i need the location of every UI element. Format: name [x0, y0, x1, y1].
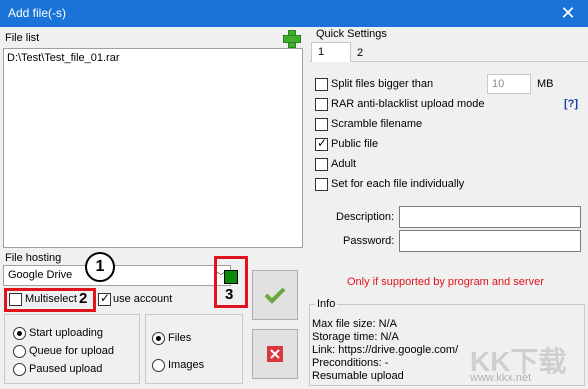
password-input[interactable] — [399, 230, 581, 252]
description-label: Description: — [336, 211, 395, 223]
use-account-checkbox[interactable] — [98, 291, 111, 306]
info-label: Info — [315, 298, 338, 310]
queue-for-upload-radio[interactable] — [13, 345, 26, 358]
content-type-group — [145, 314, 243, 384]
file-hosting-label: File hosting — [5, 252, 62, 264]
close-button[interactable]: ✕ — [548, 0, 588, 27]
images-label: Images — [168, 359, 205, 371]
password-label: Password: — [343, 235, 395, 247]
rar-anti-blacklist-label: RAR anti-blacklist upload mode — [331, 98, 485, 110]
file-hosting-select[interactable]: Google Drive ﹀ — [3, 265, 231, 286]
public-file-checkbox[interactable] — [315, 136, 328, 151]
files-radio[interactable] — [152, 332, 165, 345]
status-indicator[interactable] — [224, 270, 238, 284]
scramble-filename-checkbox[interactable] — [315, 118, 328, 131]
tab-1[interactable]: 1 — [311, 42, 351, 62]
images-radio[interactable] — [152, 359, 165, 372]
adult-checkbox[interactable] — [315, 158, 328, 171]
set-each-file-label: Set for each file individually — [331, 178, 465, 190]
multiselect-label: Multiselect — [25, 293, 77, 305]
paused-upload-radio[interactable] — [13, 363, 26, 376]
annotation-number-3: 3 — [225, 286, 234, 303]
cancel-button[interactable] — [252, 329, 298, 379]
set-each-file-checkbox[interactable] — [315, 178, 328, 191]
description-input[interactable] — [399, 206, 581, 228]
use-account-label: use account — [113, 293, 173, 305]
files-label: Files — [168, 332, 192, 344]
quick-settings-label: Quick Settings — [316, 28, 387, 40]
adult-label: Adult — [331, 158, 357, 170]
scramble-filename-label: Scramble filename — [331, 118, 423, 130]
resumable-upload: Resumable upload — [312, 370, 404, 382]
help-link[interactable]: [?] — [564, 98, 578, 110]
split-size-input[interactable]: 10 — [487, 74, 531, 94]
start-uploading-radio[interactable] — [13, 327, 26, 340]
start-uploading-label: Start uploading — [29, 327, 103, 339]
storage-time: Storage time: N/A — [312, 331, 399, 343]
split-files-checkbox[interactable] — [315, 78, 328, 91]
file-list-item[interactable]: D:\Test\Test_file_01.rar — [7, 52, 299, 64]
file-list[interactable]: D:\Test\Test_file_01.rar — [3, 48, 303, 248]
annotation-number-2: 2 — [79, 290, 88, 307]
tab-2[interactable]: 2 — [351, 44, 387, 64]
public-file-label: Public file — [331, 138, 379, 150]
info-link: Link: https://drive.google.com/ — [312, 344, 459, 356]
cancel-icon — [267, 346, 283, 362]
checkmark-icon — [264, 287, 286, 304]
watermark-url: www.kkx.net — [470, 372, 532, 384]
max-file-size: Max file size: N/A — [312, 318, 397, 330]
window-title: Add file(-s) — [8, 6, 67, 20]
split-files-label: Split files bigger than — [331, 78, 434, 90]
multiselect-checkbox[interactable] — [9, 293, 22, 306]
file-hosting-selected: Google Drive — [8, 269, 73, 281]
rar-anti-blacklist-checkbox[interactable] — [315, 98, 328, 111]
preconditions: Preconditions: - — [312, 357, 389, 369]
accept-button[interactable] — [252, 270, 298, 320]
annotation-badge-1: 1 — [85, 252, 115, 282]
add-file-icon[interactable] — [283, 30, 301, 48]
queue-for-upload-label: Queue for upload — [29, 345, 115, 357]
file-list-label: File list — [5, 32, 40, 44]
support-note: Only if supported by program and server — [347, 276, 544, 288]
paused-upload-label: Paused upload — [29, 363, 103, 375]
split-unit-label: MB — [537, 78, 554, 90]
title-bar: Add file(-s) ✕ — [0, 0, 588, 27]
